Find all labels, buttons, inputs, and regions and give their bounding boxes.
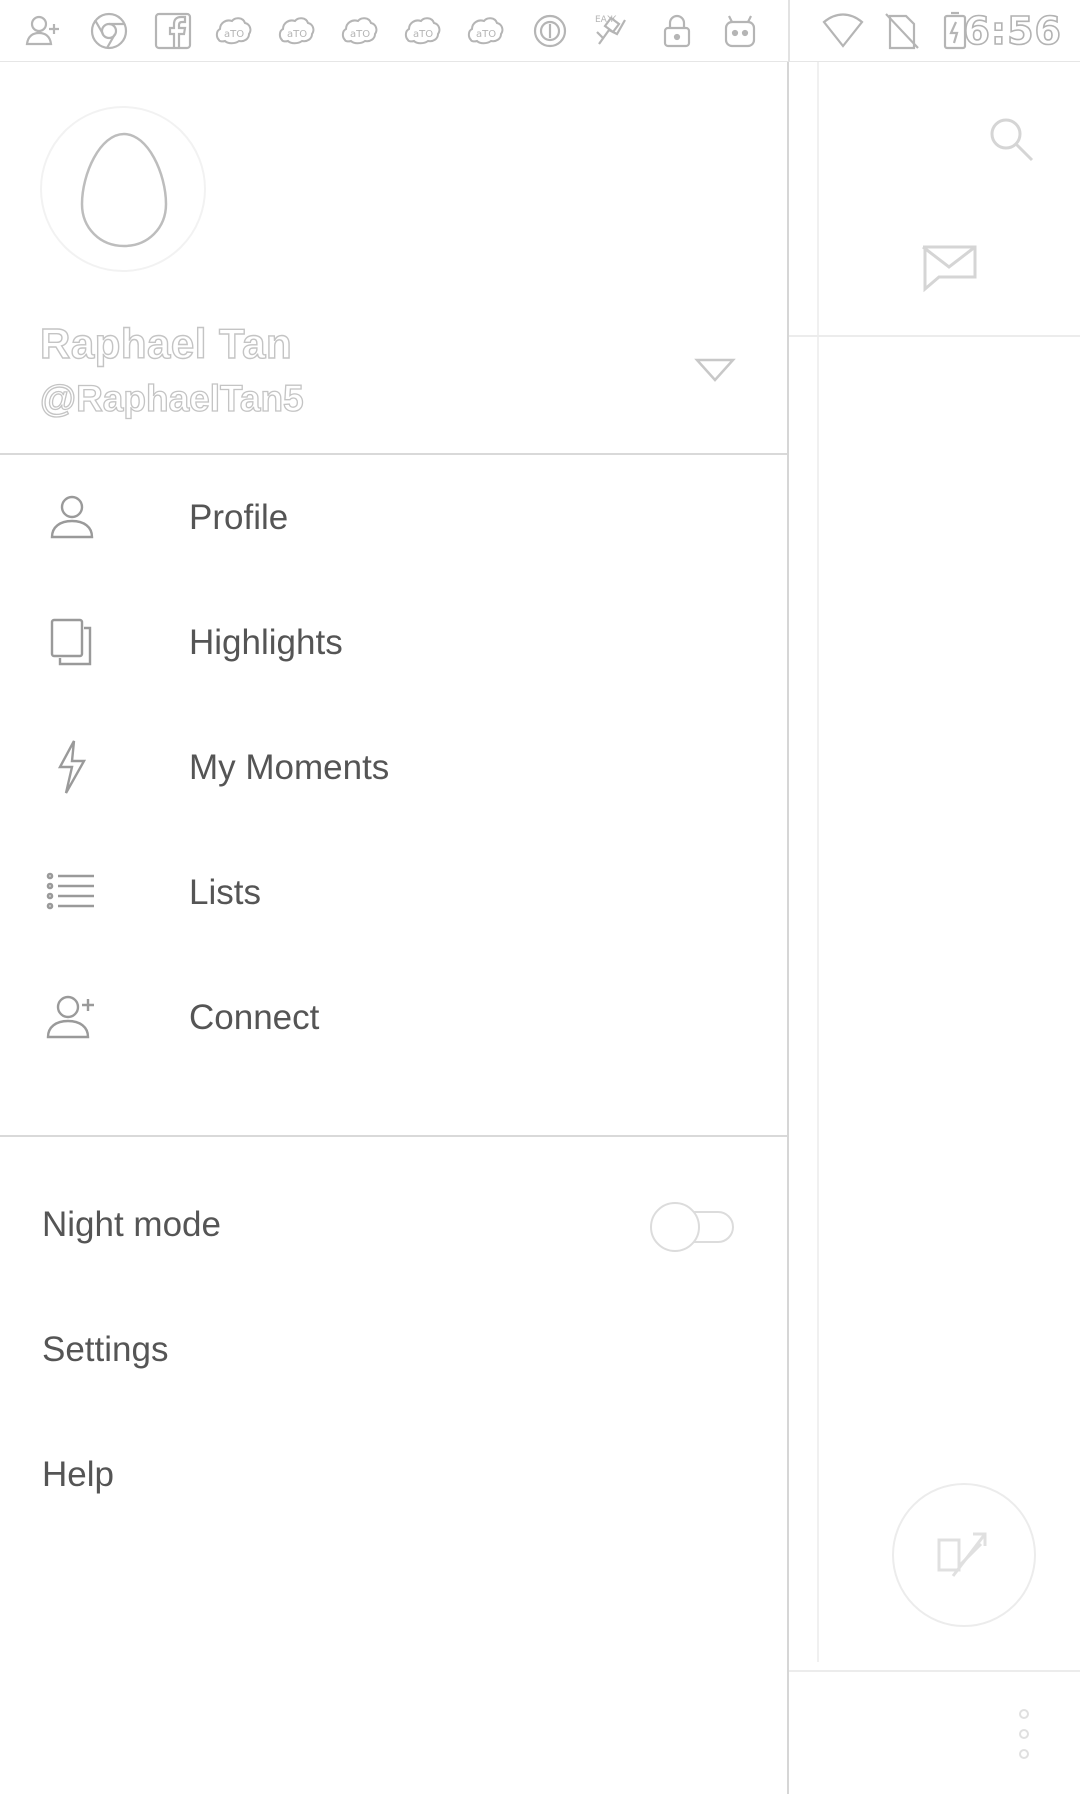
app-notification-icon: aTO (337, 8, 383, 54)
night-mode-row[interactable]: Night mode (0, 1162, 787, 1287)
facebook-icon (150, 8, 196, 54)
lock-icon (654, 8, 700, 54)
background-divider (789, 335, 1080, 337)
svg-text:aTO: aTO (350, 29, 370, 40)
username-handle: @RaphaelTan5 (39, 377, 304, 419)
settings-row[interactable]: Settings (0, 1287, 787, 1412)
drawer-header: Raphael Tan @RaphaelTan5 (0, 62, 787, 455)
account-switcher-button[interactable] (694, 354, 736, 384)
shuttle-icon: ЕАЖ (589, 8, 635, 54)
connect-icon (44, 989, 100, 1045)
drawer-menu: Profile Highlights My Moments Lists Conn… (0, 455, 787, 1080)
avatar[interactable] (40, 106, 206, 272)
menu-item-label: My Moments (189, 748, 390, 787)
svg-text:aTO: aTO (224, 29, 244, 40)
svg-text:aTO: aTO (476, 29, 496, 40)
more-icon[interactable] (1009, 1704, 1039, 1764)
svg-text:aTO: aTO (413, 29, 433, 40)
background-edge (817, 62, 819, 1662)
compose-button[interactable] (892, 1483, 1036, 1627)
background-app (789, 62, 1080, 1794)
menu-divider (0, 1135, 787, 1137)
menu-item-my-moments[interactable]: My Moments (0, 705, 787, 830)
list-icon (44, 864, 100, 920)
help-label: Help (42, 1455, 114, 1494)
no-sim-icon (878, 8, 924, 54)
night-mode-toggle[interactable] (650, 1201, 738, 1252)
profile-icon (44, 489, 100, 545)
app-notification-icon: aTO (211, 8, 257, 54)
night-mode-label: Night mode (42, 1205, 221, 1244)
menu-item-connect[interactable]: Connect (0, 955, 787, 1080)
menu-item-highlights[interactable]: Highlights (0, 580, 787, 705)
status-time: 6:56 (963, 8, 1062, 54)
mail-icon[interactable] (917, 237, 981, 293)
status-separator (788, 0, 790, 62)
app-notification-icon: aTO (274, 8, 320, 54)
wifi-icon (820, 8, 866, 54)
lightning-icon (44, 739, 100, 795)
settings-list: Night mode Settings Help (0, 1162, 787, 1537)
help-row[interactable]: Help (0, 1412, 787, 1537)
search-icon[interactable] (984, 112, 1040, 168)
chrome-icon (86, 8, 132, 54)
toggle-knob (650, 1202, 700, 1252)
compose-icon (937, 1532, 987, 1577)
menu-item-profile[interactable]: Profile (0, 455, 787, 580)
menu-item-label: Connect (189, 998, 320, 1037)
menu-item-label: Lists (189, 873, 261, 912)
menu-item-lists[interactable]: Lists (0, 830, 787, 955)
screen: aTO aTO aTO aTO aTO ЕАЖ 6:56 Raphael Tan… (0, 0, 1080, 1794)
menu-item-label: Highlights (189, 623, 343, 662)
status-bar: aTO aTO aTO aTO aTO ЕАЖ 6:56 (0, 0, 1080, 62)
settings-label: Settings (42, 1330, 169, 1369)
egg-avatar-icon (80, 132, 168, 248)
chevron-down-icon (694, 358, 736, 382)
add-friend-icon (20, 8, 66, 54)
svg-text:ЕАЖ: ЕАЖ (595, 15, 617, 25)
highlights-icon (44, 614, 100, 670)
circle-app-icon (527, 8, 573, 54)
menu-item-label: Profile (189, 498, 289, 537)
svg-text:aTO: aTO (287, 29, 307, 40)
app-notification-icon: aTO (400, 8, 446, 54)
display-name: Raphael Tan (39, 319, 293, 367)
android-icon (717, 8, 763, 54)
app-notification-icon: aTO (463, 8, 509, 54)
navigation-drawer: Raphael Tan @RaphaelTan5 Profile Highlig… (0, 62, 789, 1794)
background-bottom-divider (789, 1670, 1080, 1672)
